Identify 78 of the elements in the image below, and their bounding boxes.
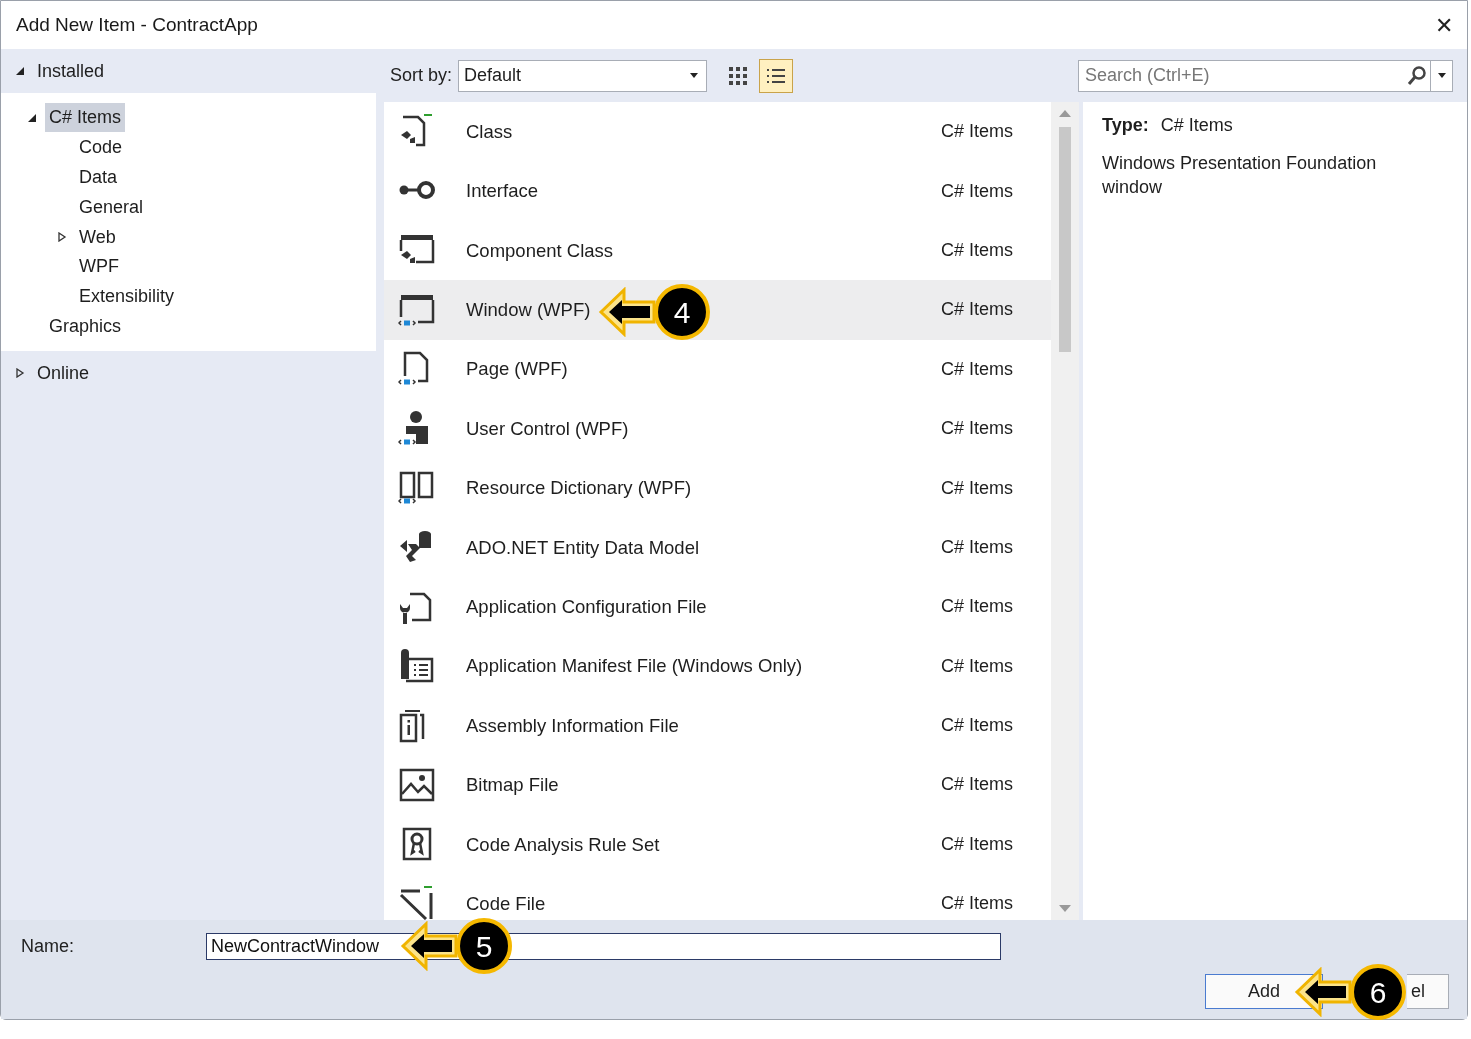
- template-type: C# Items: [940, 832, 1013, 856]
- template-name: Code File: [466, 891, 546, 916]
- template-row[interactable]: Page (WPF) C# Items: [384, 339, 1051, 399]
- template-name: Application Configuration File: [466, 594, 707, 619]
- template-type: C# Items: [940, 476, 1013, 500]
- arrow-icon: [1294, 967, 1352, 1017]
- cancel-button[interactable]: el: [1407, 974, 1449, 1009]
- template-name: Page (WPF): [466, 357, 568, 382]
- template-type: C# Items: [940, 654, 1013, 678]
- window-title: Add New Item - ContractApp: [16, 12, 258, 37]
- dropdown-caret-icon[interactable]: [1437, 73, 1446, 78]
- template-row[interactable]: Application Manifest File (Windows Only) C# Items: [384, 636, 1051, 696]
- template-row[interactable]: Application Configuration File C# Items: [384, 577, 1051, 637]
- template-row[interactable]: Code File C# Items: [384, 874, 1051, 920]
- template-row[interactable]: User Control (WPF) C# Items: [384, 398, 1051, 459]
- template-row[interactable]: Interface C# Items: [384, 161, 1051, 221]
- template-type: C# Items: [940, 179, 1013, 203]
- collapsed-arrow-icon[interactable]: [57, 232, 67, 243]
- tree-section-header[interactable]: Installed: [37, 57, 105, 85]
- image-icon: [398, 766, 436, 804]
- template-name: Resource Dictionary (WPF): [466, 476, 692, 501]
- template-type: C# Items: [940, 595, 1013, 619]
- template-row[interactable]: Resource Dictionary (WPF) C# Items: [384, 458, 1051, 518]
- template-row[interactable]: ADO.NET Entity Data Model C# Items: [384, 517, 1051, 578]
- tree-item[interactable]: Extensibility: [75, 282, 179, 312]
- template-type: C# Items: [940, 714, 1013, 738]
- template-name: Bitmap File: [466, 773, 559, 798]
- close-button[interactable]: ✕: [1435, 8, 1453, 42]
- template-name: Interface: [466, 179, 538, 204]
- template-row[interactable]: Class C# Items: [384, 102, 1051, 162]
- tree-item[interactable]: WPF: [75, 252, 123, 282]
- sort-label: Sort by:: [390, 64, 453, 87]
- dropdown-caret-icon: [690, 73, 699, 78]
- tree-item[interactable]: Web: [75, 222, 120, 252]
- list-icon: [766, 66, 787, 85]
- tree-section-header[interactable]: Online: [37, 359, 90, 387]
- template-type: C# Items: [940, 238, 1013, 262]
- details-description: Windows Presentation Foundation window: [1102, 152, 1378, 199]
- arrow-icon: [598, 287, 656, 337]
- list-view-button[interactable]: [759, 58, 794, 93]
- template-name: User Control (WPF): [466, 416, 629, 441]
- template-name: ADO.NET Entity Data Model: [466, 535, 700, 560]
- arrow-icon: [400, 921, 458, 971]
- template-type: C# Items: [940, 535, 1013, 559]
- template-name: Application Manifest File (Windows Only): [466, 654, 803, 679]
- details-type-value: C# Items: [1160, 114, 1233, 137]
- search-icon: [1407, 65, 1427, 86]
- expanded-arrow-icon[interactable]: [15, 66, 25, 76]
- scrollbar[interactable]: [1051, 102, 1079, 920]
- template-name: Assembly Information File: [466, 713, 679, 738]
- tree-item[interactable]: General: [75, 192, 148, 222]
- template-type: C# Items: [940, 120, 1013, 144]
- template-type: C# Items: [940, 357, 1013, 381]
- tree-item[interactable]: C# Items: [45, 103, 126, 133]
- grid-icon: [728, 65, 749, 86]
- details-type-label: Type:: [1102, 114, 1149, 137]
- template-row[interactable]: Bitmap File C# Items: [384, 755, 1051, 815]
- template-row[interactable]: Component Class C# Items: [384, 220, 1051, 281]
- template-type: C# Items: [940, 298, 1013, 322]
- expanded-arrow-icon[interactable]: [27, 112, 37, 123]
- template-type: C# Items: [940, 892, 1013, 916]
- search-field[interactable]: Search (Ctrl+E): [1079, 62, 1407, 89]
- collapsed-arrow-icon[interactable]: [15, 368, 25, 379]
- template-type: C# Items: [940, 417, 1013, 441]
- sort-dropdown[interactable]: Default: [458, 59, 708, 92]
- search-box[interactable]: Search (Ctrl+E): [1078, 59, 1453, 92]
- tree-item[interactable]: Graphics: [45, 311, 126, 341]
- tree-item[interactable]: Data: [75, 163, 122, 192]
- template-row[interactable]: Code Analysis Rule Set C# Items: [384, 814, 1051, 875]
- scrollbar-thumb[interactable]: [1059, 127, 1071, 352]
- template-name: Window (WPF): [466, 298, 591, 322]
- template-name: Code Analysis Rule Set: [466, 832, 660, 857]
- template-row[interactable]: Assembly Information File C# Items: [384, 695, 1051, 756]
- tree-item[interactable]: Code: [75, 133, 127, 163]
- template-type: C# Items: [940, 773, 1013, 797]
- template-name: Component Class: [466, 238, 614, 263]
- template-name: Class: [466, 119, 513, 144]
- name-label: Name:: [21, 934, 75, 958]
